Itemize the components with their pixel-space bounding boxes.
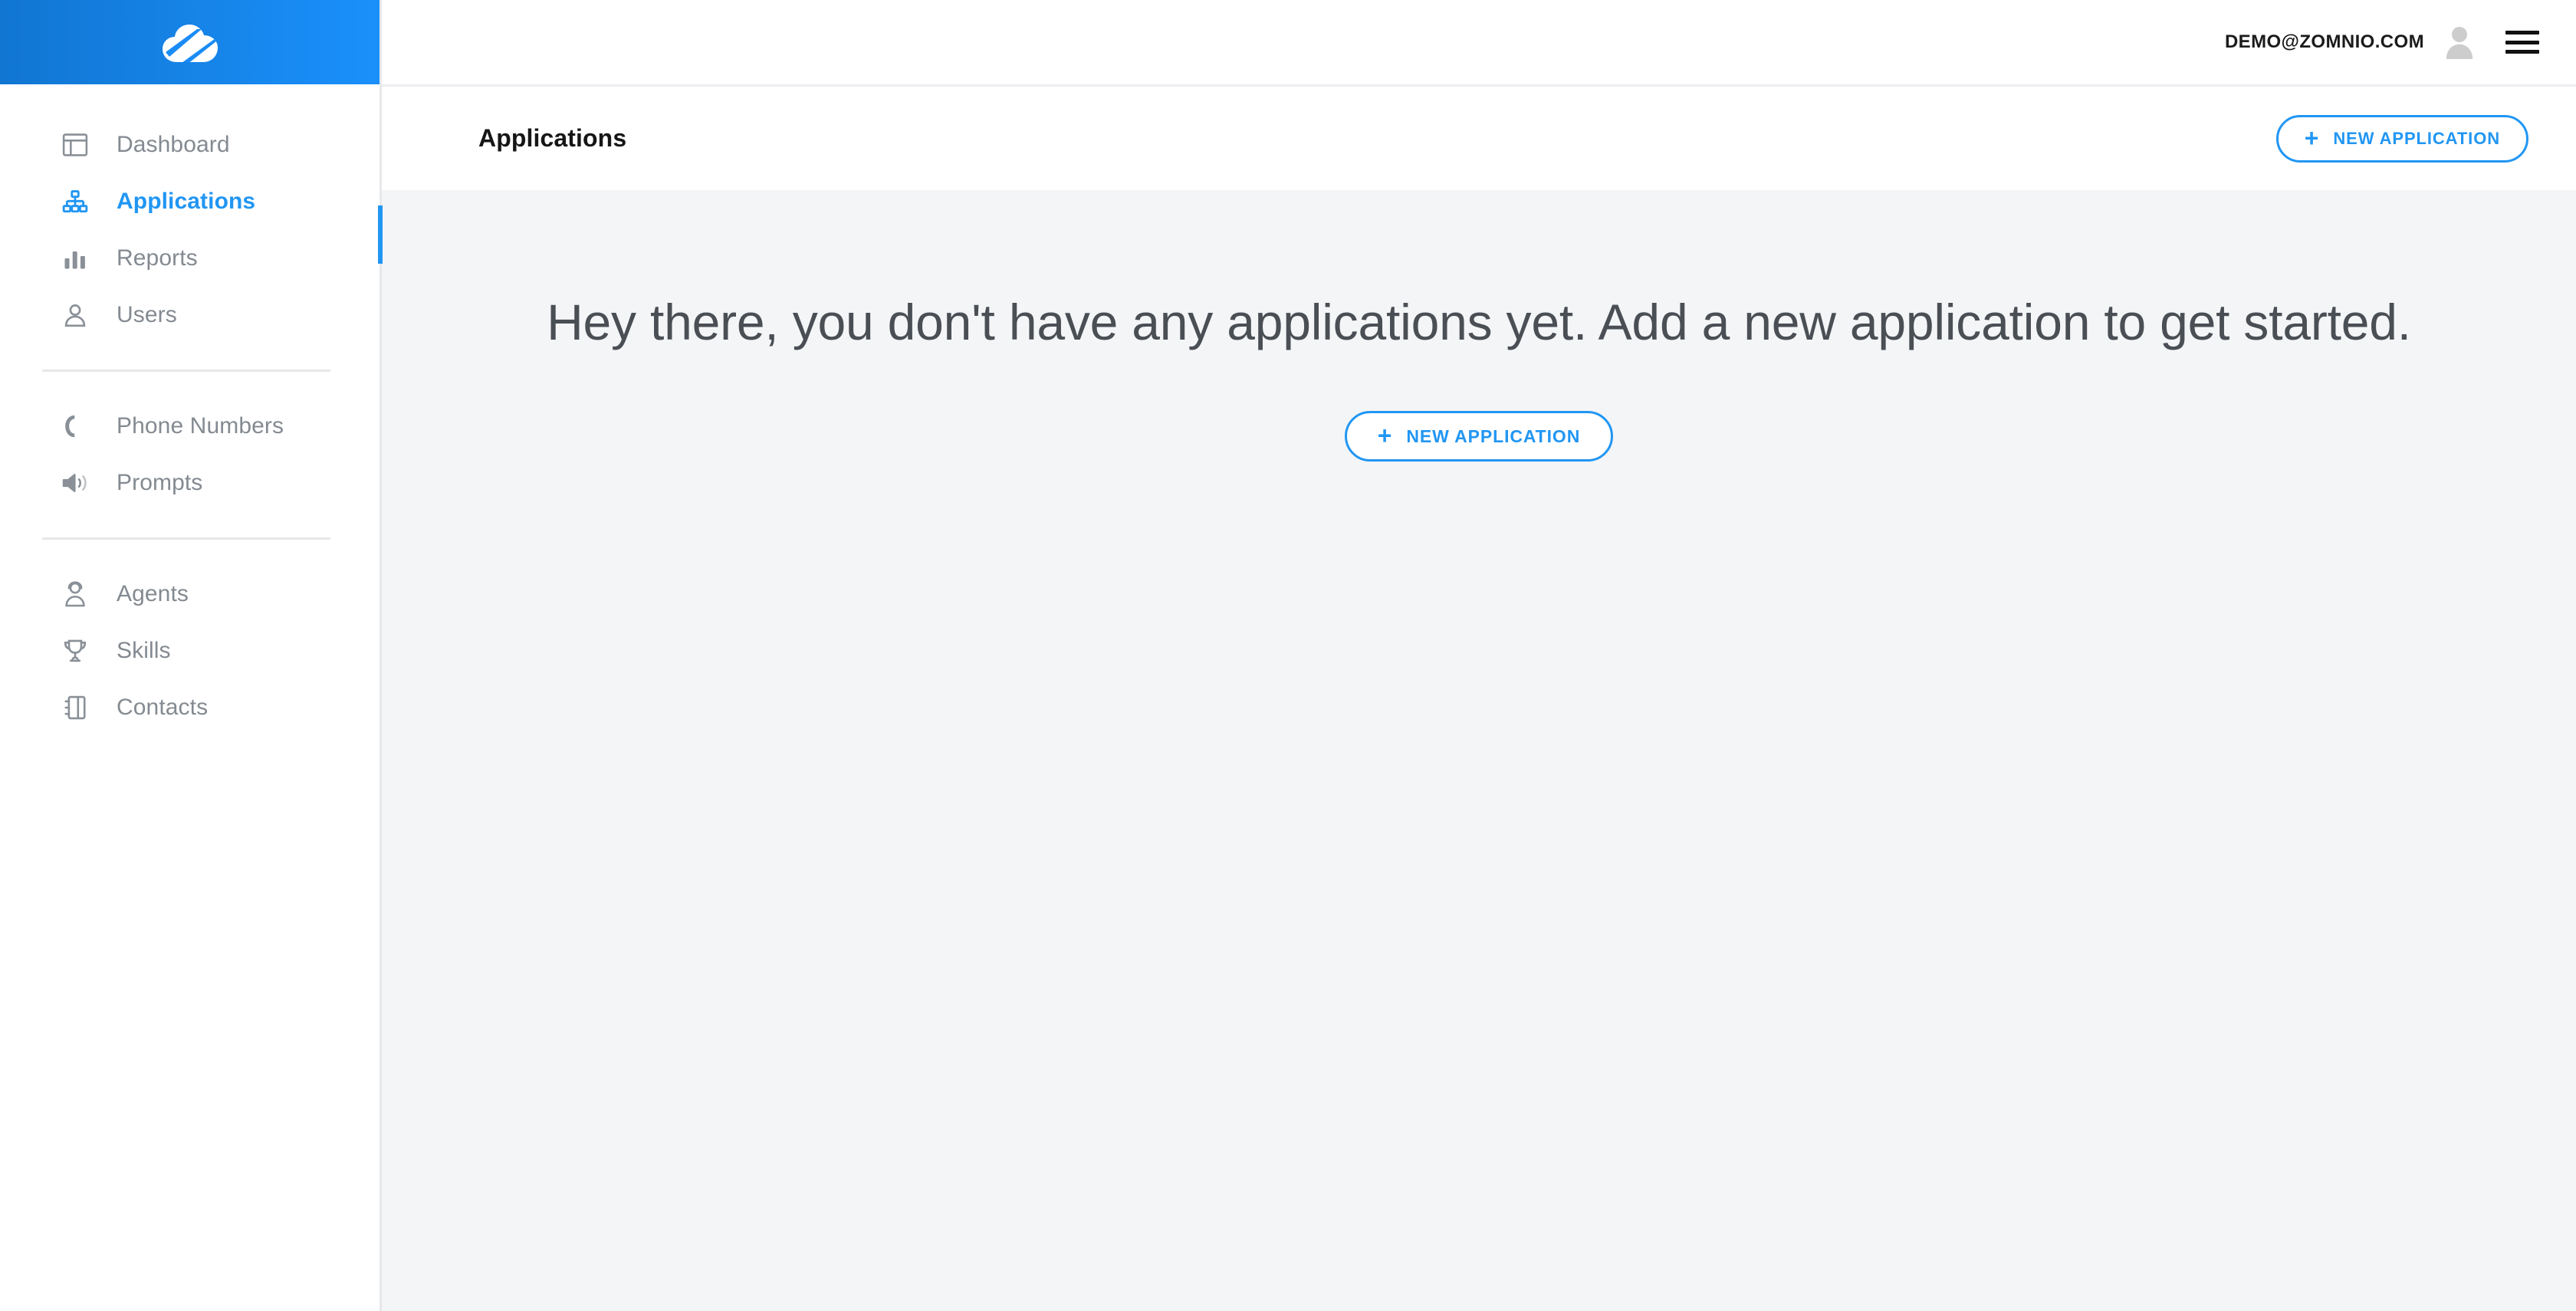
user-avatar-icon[interactable] <box>2444 25 2505 59</box>
sidebar: Dashboard Applications Reports Users Pho… <box>0 0 383 1311</box>
sidebar-item-skills[interactable]: Skills <box>0 623 380 679</box>
empty-state-message: Hey there, you don't have any applicatio… <box>547 294 2411 350</box>
sidebar-item-label: Users <box>117 302 177 327</box>
sidebar-item-label: Dashboard <box>117 132 230 157</box>
top-bar: DEMO@ZOMNIO.COM <box>382 0 2576 84</box>
new-application-button-label: NEW APPLICATION <box>2333 128 2500 148</box>
sitemap-icon <box>60 186 90 217</box>
empty-state-action-wrap: + NEW APPLICATION <box>1344 411 1614 462</box>
sidebar-item-label: Phone Numbers <box>117 413 284 439</box>
sidebar-item-agents[interactable]: Agents <box>0 566 380 623</box>
sidebar-item-contacts[interactable]: Contacts <box>0 679 380 736</box>
sidebar-item-reports[interactable]: Reports <box>0 230 380 287</box>
sidebar-divider-2 <box>42 537 330 540</box>
headset-agent-icon <box>60 579 90 610</box>
address-book-icon <box>60 692 90 723</box>
sidebar-item-label: Agents <box>117 581 189 606</box>
user-email-label: DEMO@ZOMNIO.COM <box>2224 31 2424 52</box>
active-nav-indicator <box>378 205 383 264</box>
page-header: Applications + NEW APPLICATION <box>382 84 2576 190</box>
sidebar-item-label: Skills <box>117 638 171 663</box>
hamburger-menu-icon[interactable] <box>2505 31 2539 54</box>
speaker-volume-icon <box>60 468 90 498</box>
sidebar-divider-1 <box>42 370 330 372</box>
sidebar-item-label: Applications <box>117 189 256 214</box>
bar-chart-icon <box>60 243 90 274</box>
trophy-icon <box>60 636 90 666</box>
sidebar-nav: Dashboard Applications Reports Users Pho… <box>0 84 380 736</box>
sidebar-item-dashboard[interactable]: Dashboard <box>0 117 380 173</box>
content-area: Hey there, you don't have any applicatio… <box>382 190 2576 1311</box>
sidebar-item-label: Prompts <box>117 470 203 495</box>
sidebar-item-phone-numbers[interactable]: Phone Numbers <box>0 398 380 455</box>
sidebar-item-applications[interactable]: Applications <box>0 173 380 230</box>
dashboard-window-icon <box>60 130 90 160</box>
phone-icon <box>60 411 90 442</box>
plus-icon: + <box>2304 123 2320 152</box>
new-application-button-empty-state[interactable]: + NEW APPLICATION <box>1344 411 1614 462</box>
sidebar-group-telephony: Phone Numbers Prompts <box>0 398 380 511</box>
sidebar-group-resources: Agents Skills Contacts <box>0 566 380 736</box>
sidebar-item-label: Reports <box>117 245 198 271</box>
cloud-logo-icon[interactable] <box>162 18 219 66</box>
logo-header <box>0 0 380 84</box>
new-application-button-label: NEW APPLICATION <box>1406 426 1581 446</box>
sidebar-item-users[interactable]: Users <box>0 287 380 343</box>
new-application-button-header[interactable]: + NEW APPLICATION <box>2275 114 2528 163</box>
app-root: Dashboard Applications Reports Users Pho… <box>0 0 2576 1311</box>
plus-icon: + <box>1377 422 1393 449</box>
sidebar-group-main: Dashboard Applications Reports Users <box>0 117 380 343</box>
user-icon <box>60 300 90 330</box>
main-area: DEMO@ZOMNIO.COM Applications + NEW APPLI… <box>382 0 2576 1311</box>
sidebar-item-label: Contacts <box>117 695 209 720</box>
page-title: Applications <box>478 124 627 152</box>
sidebar-item-prompts[interactable]: Prompts <box>0 455 380 511</box>
